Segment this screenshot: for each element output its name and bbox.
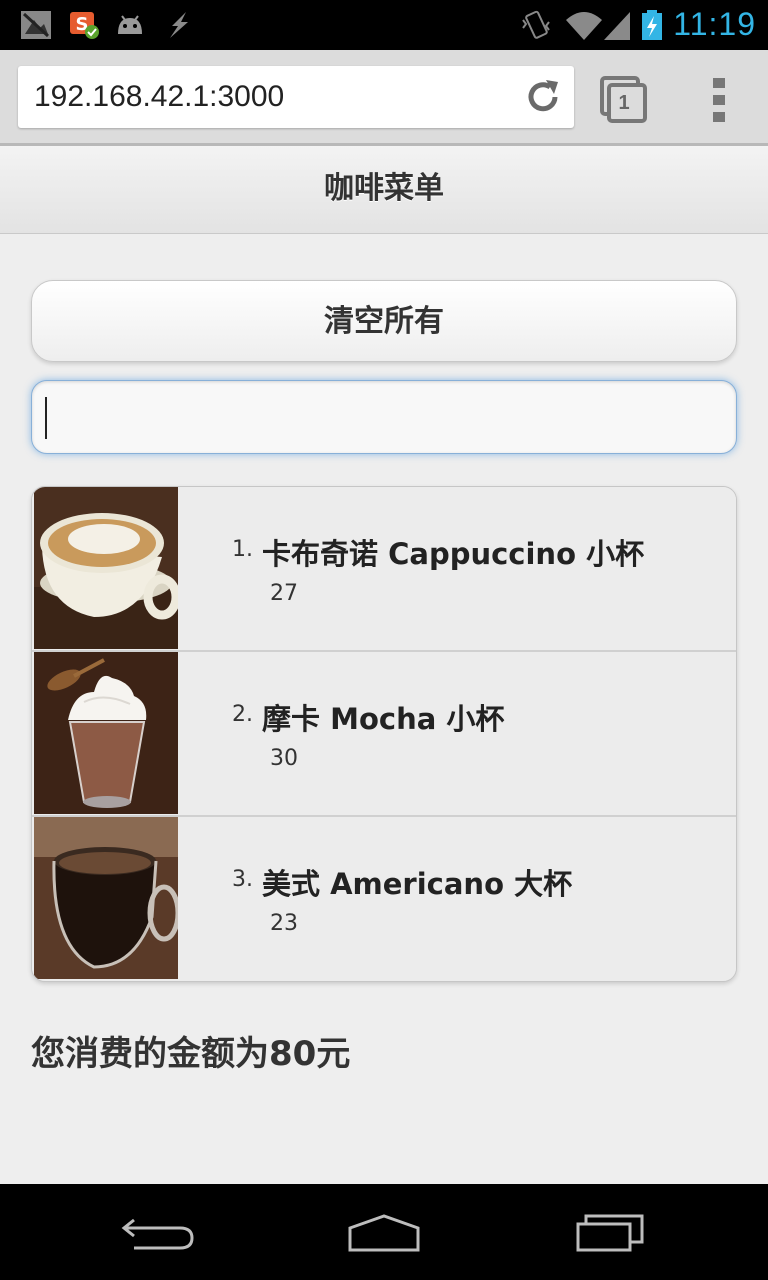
americano-image: [34, 817, 178, 979]
home-icon[interactable]: [344, 1210, 424, 1254]
url-text[interactable]: 192.168.42.1:3000: [34, 80, 284, 114]
android-icon: [118, 15, 142, 34]
clear-all-button[interactable]: 清空所有: [31, 280, 737, 362]
page-header: 咖啡菜单: [0, 146, 768, 234]
tab-count: 1: [618, 92, 630, 114]
wifi-icon: [566, 12, 602, 40]
item-name: 摩卡 Mocha 小杯: [262, 702, 505, 736]
search-input[interactable]: [46, 387, 722, 447]
list-item-americano[interactable]: 3. 美式 Americano 大杯 23: [32, 817, 736, 979]
address-bar[interactable]: 192.168.42.1:3000: [18, 66, 574, 128]
item-price: 30: [270, 746, 298, 771]
cappuccino-image: [34, 487, 178, 649]
status-clock: 11:19: [673, 6, 756, 42]
item-price: 23: [270, 911, 298, 936]
item-number: 2.: [232, 702, 253, 727]
battery-charging-icon: [642, 10, 662, 40]
item-name: 卡布奇诺 Cappuccino 小杯: [262, 537, 645, 571]
vibrate-icon: [522, 10, 550, 39]
recent-apps-icon[interactable]: [568, 1210, 648, 1254]
signal-icon: [604, 12, 630, 40]
clear-all-label: 清空所有: [324, 304, 444, 339]
screenshot-icon: [21, 11, 51, 39]
item-price: 27: [270, 581, 298, 606]
list-item-cappuccino[interactable]: 1. 卡布奇诺 Cappuccino 小杯 27: [32, 487, 736, 652]
total-amount: 您消费的金额为80元: [31, 1034, 351, 1074]
status-bar: S 11:19: [0, 0, 768, 50]
navigation-bar: [0, 1184, 768, 1280]
reload-icon[interactable]: [524, 78, 562, 116]
search-field[interactable]: [31, 380, 737, 454]
item-number: 3.: [232, 867, 253, 892]
web-page: 咖啡菜单 清空所有 1. 卡布奇诺 Cappuccino 小杯 27 2. 摩卡…: [0, 146, 768, 1184]
item-number: 1.: [232, 537, 253, 562]
page-title: 咖啡菜单: [324, 171, 444, 206]
back-icon[interactable]: [120, 1210, 200, 1254]
usb-debug-icon: [170, 12, 188, 38]
text-caret: [45, 397, 47, 439]
browser-toolbar: 192.168.42.1:3000 1: [0, 50, 768, 146]
mocha-image: [34, 652, 178, 814]
list-item-mocha[interactable]: 2. 摩卡 Mocha 小杯 30: [32, 652, 736, 817]
app-s-icon: S: [70, 12, 99, 39]
item-name: 美式 Americano 大杯: [262, 867, 573, 901]
overflow-menu-icon[interactable]: [712, 78, 726, 122]
coffee-list: 1. 卡布奇诺 Cappuccino 小杯 27 2. 摩卡 Mocha 小杯: [31, 486, 737, 982]
